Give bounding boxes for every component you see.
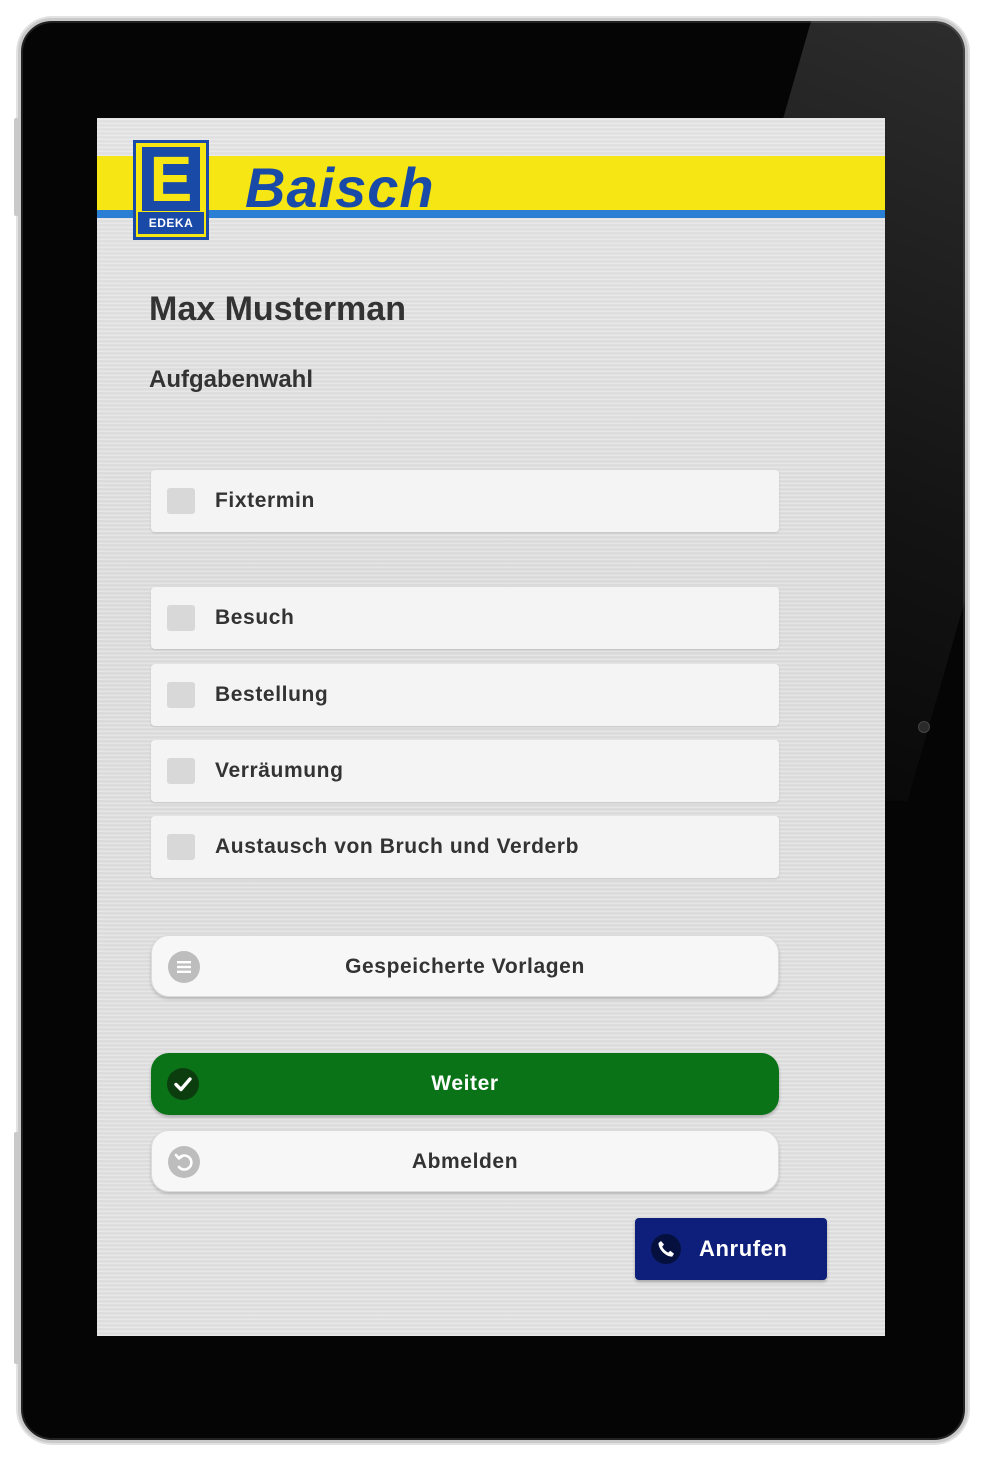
next-label: Weiter — [431, 1072, 499, 1095]
edeka-logo-letter: E — [142, 147, 200, 211]
edeka-logo-word: EDEKA — [138, 212, 204, 234]
option-label: Bestellung — [215, 683, 329, 706]
edeka-logo: E EDEKA — [133, 140, 209, 240]
option-label: Austausch von Bruch und Verderb — [215, 835, 579, 858]
check-icon — [167, 1068, 199, 1100]
option-fixtermin[interactable]: Fixtermin — [151, 470, 779, 532]
option-besuch[interactable]: Besuch — [151, 587, 779, 649]
brand-header-line — [97, 210, 885, 218]
undo-icon — [168, 1146, 200, 1178]
list-icon — [168, 951, 200, 983]
option-bestellung[interactable]: Bestellung — [151, 664, 779, 726]
option-label: Fixtermin — [215, 489, 315, 512]
checkbox[interactable] — [167, 605, 195, 631]
phone-icon — [651, 1234, 681, 1264]
logout-button[interactable]: Abmelden — [151, 1130, 779, 1192]
hardware-button — [14, 1132, 19, 1364]
logout-label: Abmelden — [411, 1150, 519, 1173]
brand-name: Baisch — [245, 156, 435, 219]
checkbox[interactable] — [167, 488, 195, 514]
checkbox[interactable] — [167, 834, 195, 860]
user-name: Max Musterman — [149, 290, 406, 328]
call-button[interactable]: Anrufen — [635, 1218, 827, 1280]
option-label: Verräumung — [215, 759, 344, 782]
saved-templates-button[interactable]: Gespeicherte Vorlagen — [151, 935, 779, 997]
option-austausch[interactable]: Austausch von Bruch und Verderb — [151, 816, 779, 878]
brand-header-bar — [97, 156, 885, 218]
option-label: Besuch — [215, 606, 295, 629]
next-button[interactable]: Weiter — [151, 1053, 779, 1115]
checkbox[interactable] — [167, 758, 195, 784]
saved-templates-label: Gespeicherte Vorlagen — [345, 955, 585, 978]
hardware-button — [14, 118, 19, 216]
camera-dot — [918, 721, 930, 733]
checkbox[interactable] — [167, 682, 195, 708]
option-verraeumung[interactable]: Verräumung — [151, 740, 779, 802]
call-label: Anrufen — [699, 1236, 788, 1261]
app-screen: E EDEKA Baisch Max Musterman Aufgabenwah… — [97, 118, 885, 1336]
page-title: Aufgabenwahl — [149, 366, 314, 393]
